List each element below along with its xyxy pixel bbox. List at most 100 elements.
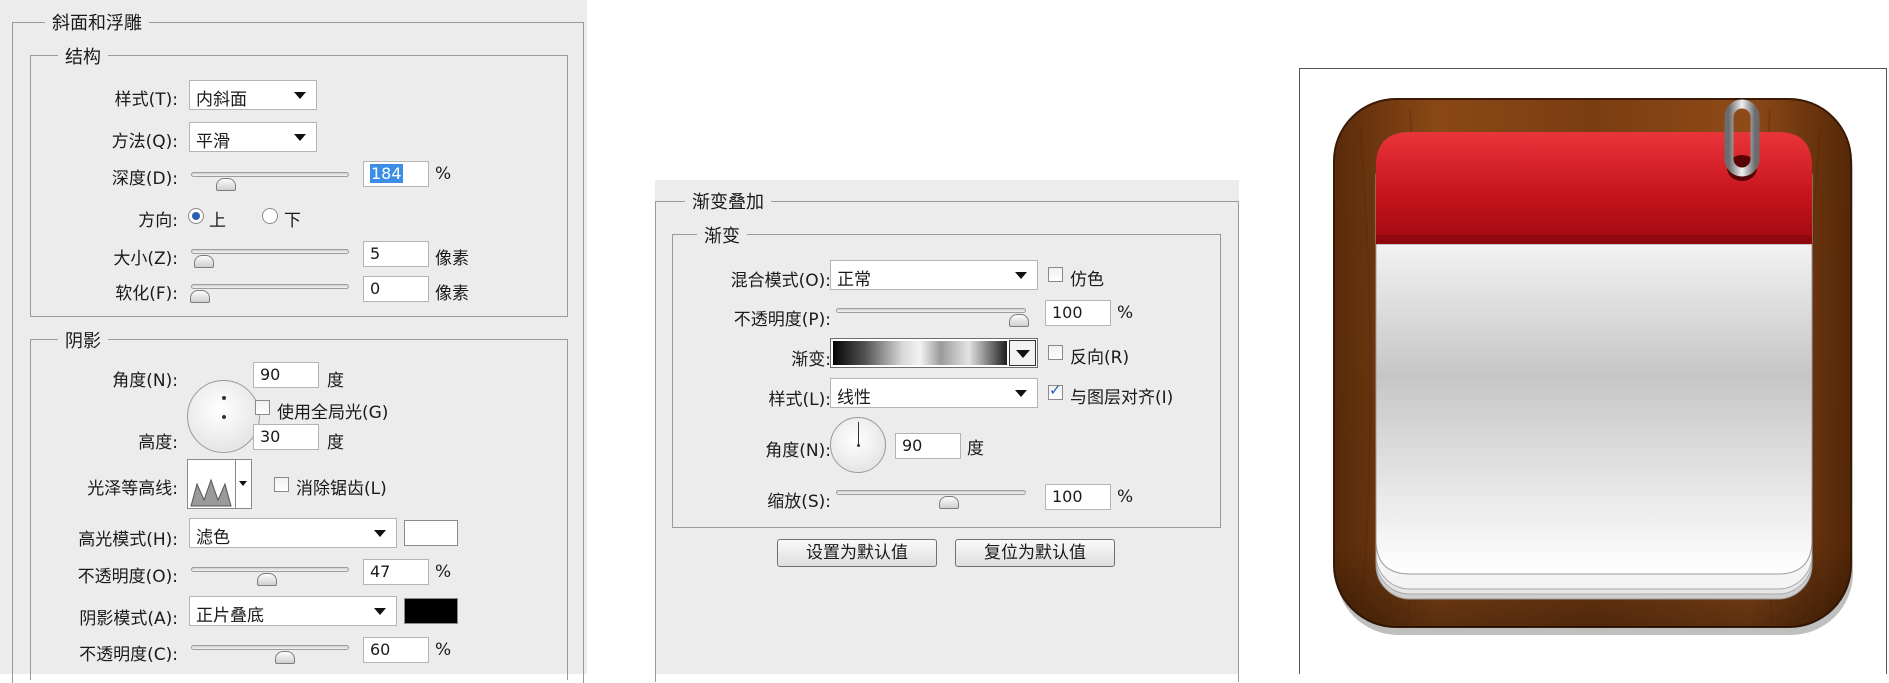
gradient-style-label: 样式(L):	[768, 390, 831, 410]
dither-checkbox[interactable]	[1048, 267, 1063, 282]
highlight-opacity-slider[interactable]	[191, 567, 349, 586]
gradient-style-value: 线性	[837, 388, 871, 408]
contour-preview-icon	[190, 478, 232, 507]
size-label: 大小(Z):	[113, 249, 178, 269]
scale-label: 缩放(S):	[767, 492, 831, 512]
dial-angle-line	[858, 422, 859, 446]
chevron-down-icon	[374, 608, 386, 615]
chevron-down-icon	[1015, 390, 1027, 397]
gradient-opacity-input[interactable]: 100	[1045, 300, 1111, 326]
global-light-label: 使用全局光(G)	[277, 403, 389, 423]
highlight-opacity-unit: %	[435, 562, 452, 582]
direction-up-label: 上	[209, 211, 226, 231]
altitude-unit: 度	[327, 433, 344, 453]
shadow-opacity-label: 不透明度(C):	[79, 645, 178, 665]
align-with-layer-label: 与图层对齐(I)	[1070, 388, 1174, 408]
gradient-angle-input[interactable]: 90	[895, 433, 961, 459]
chevron-down-icon	[1015, 272, 1027, 279]
chevron-down-icon	[294, 134, 306, 141]
size-input[interactable]: 5	[363, 241, 429, 267]
shading-angle-input[interactable]: 90	[253, 362, 319, 388]
reverse-label: 反向(R)	[1070, 348, 1130, 368]
gradient-style-select[interactable]: 线性	[830, 378, 1038, 408]
global-light-checkbox[interactable]	[255, 400, 270, 415]
shadow-opacity-slider[interactable]	[191, 645, 349, 664]
chevron-down-icon	[294, 92, 306, 99]
gradient-dropdown-arrow[interactable]	[1009, 340, 1036, 366]
depth-input[interactable]: 184	[363, 161, 429, 187]
dial-center-dot	[857, 444, 860, 447]
gradient-group-title: 渐变	[697, 222, 747, 248]
scale-slider[interactable]	[836, 490, 1026, 509]
dial-center-dot	[222, 415, 226, 419]
gradient-overlay-title: 渐变叠加	[685, 188, 771, 214]
dither-label: 仿色	[1070, 270, 1104, 290]
style-label: 样式(T):	[114, 90, 178, 110]
gloss-contour-label: 光泽等高线:	[87, 479, 178, 499]
antialias-checkbox[interactable]	[274, 477, 289, 492]
gloss-contour-picker[interactable]	[187, 459, 252, 509]
soften-unit: 像素	[435, 284, 469, 304]
direction-up-radio[interactable]	[188, 208, 204, 224]
gradient-preview[interactable]	[833, 341, 1007, 365]
direction-down-radio[interactable]	[262, 208, 278, 224]
gradient-angle-dial[interactable]	[830, 417, 886, 473]
soften-slider[interactable]	[190, 284, 349, 303]
gradient-opacity-label: 不透明度(P):	[733, 310, 831, 330]
calendar-icon	[1333, 98, 1853, 635]
reverse-checkbox[interactable]	[1048, 345, 1063, 360]
shadow-opacity-unit: %	[435, 640, 452, 660]
shading-angle-label: 角度(N):	[112, 371, 178, 391]
bevel-emboss-panel: 斜面和浮雕 结构 样式(T): 内斜面 方法(Q): 平滑 深度(D): 184…	[0, 0, 587, 683]
gradient-angle-label: 角度(N):	[765, 441, 831, 461]
bevel-section-title: 斜面和浮雕	[45, 9, 149, 35]
depth-input-value: 184	[370, 164, 403, 183]
technique-select[interactable]: 平滑	[189, 122, 317, 152]
gradient-angle-unit: 度	[967, 439, 984, 459]
gradient-picker[interactable]	[830, 338, 1038, 368]
dial-light-dot	[222, 396, 226, 400]
technique-label: 方法(Q):	[111, 132, 178, 152]
make-default-button[interactable]: 设置为默认值	[777, 539, 937, 567]
blend-mode-label: 混合模式(O):	[730, 271, 831, 291]
highlight-mode-value: 滤色	[196, 528, 230, 548]
gradient-opacity-unit: %	[1117, 303, 1134, 323]
scale-input[interactable]: 100	[1045, 484, 1111, 510]
shadow-opacity-input[interactable]: 60	[363, 637, 429, 663]
altitude-input[interactable]: 30	[253, 424, 319, 450]
direction-label: 方向:	[138, 211, 178, 231]
size-slider[interactable]	[191, 249, 349, 268]
direction-down-label: 下	[284, 211, 301, 231]
blend-mode-select[interactable]: 正常	[830, 260, 1038, 290]
size-unit: 像素	[435, 249, 469, 269]
shading-group-title: 阴影	[58, 327, 108, 353]
depth-slider[interactable]	[191, 172, 349, 191]
soften-input[interactable]: 0	[363, 276, 429, 302]
style-select-value: 内斜面	[196, 90, 247, 110]
altitude-label: 高度:	[138, 433, 178, 453]
gradient-opacity-slider[interactable]	[836, 308, 1029, 327]
depth-label: 深度(D):	[111, 169, 178, 189]
highlight-mode-label: 高光模式(H):	[78, 530, 178, 550]
highlight-opacity-label: 不透明度(O):	[77, 567, 178, 587]
contour-dropdown-arrow[interactable]	[235, 460, 251, 508]
highlight-opacity-input[interactable]: 47	[363, 559, 429, 585]
style-select[interactable]: 内斜面	[189, 80, 317, 110]
gradient-overlay-panel: 渐变叠加 渐变 混合模式(O): 正常 仿色 不透明度(P): 100 % 渐变…	[655, 180, 1239, 682]
shadow-mode-label: 阴影模式(A):	[79, 609, 178, 629]
blend-mode-value: 正常	[837, 270, 871, 290]
highlight-color-swatch[interactable]	[404, 520, 458, 546]
highlight-mode-select[interactable]: 滤色	[189, 518, 397, 548]
reset-default-button[interactable]: 复位为默认值	[955, 539, 1115, 567]
gradient-label: 渐变:	[791, 350, 831, 370]
calendar-preview-frame	[1299, 68, 1887, 674]
depth-unit: %	[435, 164, 452, 184]
shadow-color-swatch[interactable]	[404, 598, 458, 624]
shadow-mode-value: 正片叠底	[196, 606, 264, 626]
scale-unit: %	[1117, 487, 1134, 507]
shading-angle-dial[interactable]	[187, 380, 260, 453]
chevron-down-icon	[374, 530, 386, 537]
shadow-mode-select[interactable]: 正片叠底	[189, 596, 397, 626]
technique-select-value: 平滑	[196, 132, 230, 152]
align-with-layer-checkbox[interactable]	[1048, 381, 1063, 400]
